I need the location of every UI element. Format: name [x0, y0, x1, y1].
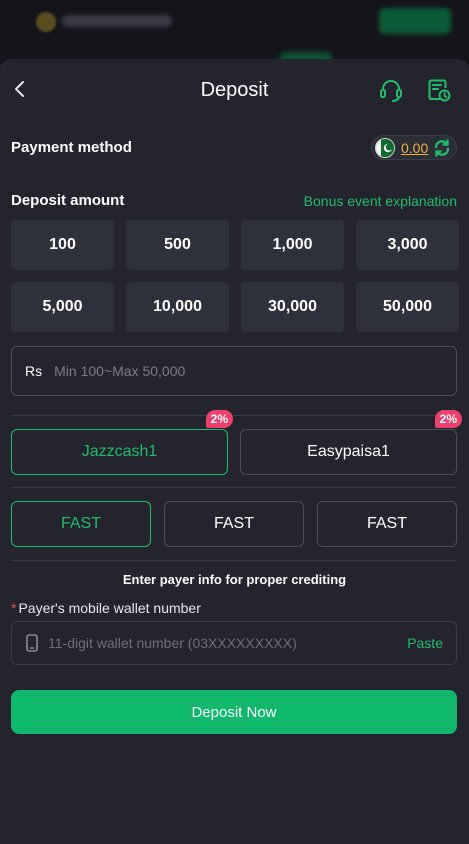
payer-info-title: Enter payer info for proper crediting	[122, 572, 347, 587]
phone-icon	[26, 634, 38, 652]
bonus-badge: 2%	[434, 410, 462, 428]
background-coin-icon	[36, 12, 56, 32]
pakistan-flag-icon	[375, 137, 395, 158]
speed-option[interactable]: FAST	[164, 501, 304, 547]
background-text	[62, 15, 172, 27]
divider	[11, 487, 457, 488]
divider	[11, 560, 457, 561]
balance-pill: 0.00	[371, 135, 457, 160]
amount-button[interactable]: 100	[11, 220, 114, 270]
bonus-badge: 2%	[205, 410, 233, 428]
bonus-event-link[interactable]: Bonus event explanation	[304, 193, 457, 209]
background-button	[379, 8, 451, 34]
wallet-number-field: Paste	[11, 621, 457, 665]
amount-field: Rs	[11, 346, 457, 396]
amount-button[interactable]: 1,000	[241, 220, 344, 270]
amount-button[interactable]: 500	[126, 220, 229, 270]
header: Deposit	[0, 59, 469, 121]
payment-method-label: Payment method	[11, 139, 132, 156]
channel-label: Easypaisa1	[307, 443, 390, 460]
amount-button[interactable]: 50,000	[356, 282, 459, 332]
deposit-now-button[interactable]: Deposit Now	[11, 690, 457, 734]
deposit-sheet: Deposit Payment method 0.00 Deposit amou…	[0, 59, 469, 844]
deposit-amount-label: Deposit amount	[11, 192, 125, 209]
amount-grid: 100 500 1,000 3,000 5,000 10,000 30,000 …	[11, 220, 459, 332]
speed-option[interactable]: FAST	[317, 501, 457, 547]
refresh-icon[interactable]	[432, 138, 452, 158]
channel-label: Jazzcash1	[81, 443, 158, 460]
headset-icon	[380, 80, 402, 102]
background-row	[0, 0, 469, 34]
balance-value[interactable]: 0.00	[401, 140, 428, 156]
currency-label: Rs	[25, 363, 43, 379]
wallet-number-label: * Payer's mobile wallet number	[11, 600, 201, 616]
history-button[interactable]	[426, 77, 452, 103]
amount-input[interactable]	[54, 363, 415, 379]
channel-easypaisa[interactable]: Easypaisa1 2%	[240, 410, 462, 475]
divider	[11, 415, 457, 416]
paste-button[interactable]: Paste	[407, 635, 443, 651]
required-mark: *	[11, 600, 17, 616]
amount-button[interactable]: 5,000	[11, 282, 114, 332]
record-clock-icon	[428, 79, 451, 102]
amount-button[interactable]: 3,000	[356, 220, 459, 270]
amount-button[interactable]: 30,000	[241, 282, 344, 332]
speed-option[interactable]: FAST	[11, 501, 151, 547]
support-button[interactable]	[378, 77, 404, 103]
channel-jazzcash[interactable]: Jazzcash1 2%	[11, 410, 233, 475]
amount-button[interactable]: 10,000	[126, 282, 229, 332]
background-page	[0, 0, 469, 64]
wallet-number-input[interactable]	[48, 635, 378, 651]
wallet-label-text: Payer's mobile wallet number	[18, 600, 201, 616]
